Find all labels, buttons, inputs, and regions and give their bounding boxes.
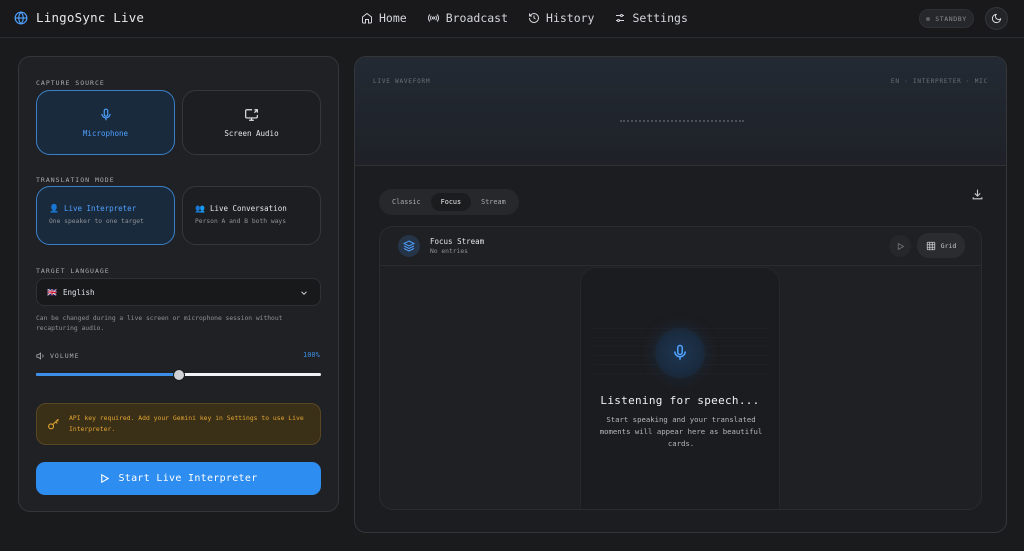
globe-icon	[14, 10, 28, 25]
mode-live-interpreter-title: 👤 Live Interpreter	[49, 204, 174, 213]
download-icon	[971, 188, 987, 201]
source-screen-audio-label: Screen Audio	[224, 128, 279, 138]
status-badge: STANDBY	[919, 9, 974, 28]
focus-stream-card: Focus Stream No entries Grid Listening f…	[379, 226, 982, 510]
nav-history[interactable]: History	[528, 11, 594, 25]
capture-source-label: CAPTURE SOURCE	[36, 79, 105, 87]
mode-live-conversation-label: Live Conversation	[209, 204, 287, 213]
home-icon	[361, 12, 373, 24]
waveform-meta: EN · INTERPRETER · MIC	[890, 78, 988, 85]
brand[interactable]: LingoSync Live	[14, 10, 144, 25]
volume-slider[interactable]	[36, 369, 321, 381]
layers-icon	[398, 235, 420, 257]
nav-settings-label: Settings	[632, 11, 688, 25]
uk-flag-icon: 🇬🇧	[47, 287, 57, 297]
main-nav: Home Broadcast History Settings	[361, 11, 708, 25]
api-key-alert: API key required. Add your Gemini key in…	[36, 403, 321, 445]
speaker-icon	[36, 351, 46, 361]
nav-broadcast[interactable]: Broadcast	[427, 11, 508, 25]
settings-icon	[614, 12, 626, 24]
tab-stream[interactable]: Stream	[471, 193, 516, 211]
target-language-value: English	[62, 287, 95, 297]
mode-live-conversation-card[interactable]: 👥 Live Conversation Person A and B both …	[182, 186, 321, 245]
language-hint: Can be changed during a live screen or m…	[36, 315, 283, 332]
volume-label: VOLUME	[36, 351, 79, 361]
mode-live-conversation-title: 👥 Live Conversation	[195, 204, 320, 213]
empty-state-card: Listening for speech... Start speaking a…	[580, 267, 780, 509]
status-dot	[926, 16, 931, 21]
source-microphone-card[interactable]: Microphone	[36, 90, 175, 155]
listening-mic-badge	[655, 328, 705, 378]
grid-icon	[926, 241, 936, 251]
moon-icon	[991, 13, 1002, 24]
empty-state-description: Start speaking and your translated momen…	[599, 415, 763, 448]
nav-home-label: Home	[379, 11, 407, 25]
waveform-idle-line	[620, 120, 744, 122]
mode-live-interpreter-subtitle: One speaker to one target	[49, 218, 144, 225]
output-panel: LIVE WAVEFORM EN · INTERPRETER · MIC Cla…	[354, 56, 1007, 533]
focus-stream-count: No entries	[430, 248, 468, 255]
broadcast-icon	[427, 12, 440, 24]
key-icon	[47, 418, 60, 431]
play-outline-icon	[896, 242, 905, 251]
start-button-label: Start Live Interpreter	[118, 473, 258, 484]
person-icon: 👤	[49, 204, 59, 213]
nav-broadcast-label: Broadcast	[445, 11, 509, 25]
focus-stream-header: Focus Stream No entries Grid	[380, 227, 981, 266]
live-waveform: LIVE WAVEFORM EN · INTERPRETER · MIC	[355, 57, 1006, 166]
nav-settings[interactable]: Settings	[614, 11, 688, 25]
grid-view-label: Grid	[940, 241, 957, 250]
app-name: LingoSync Live	[36, 10, 145, 25]
target-language-label: TARGET LANGUAGE	[36, 267, 110, 275]
tab-classic[interactable]: Classic	[382, 193, 431, 211]
focus-stream-title: Focus Stream	[430, 237, 485, 246]
volume-value: 100%	[303, 351, 320, 359]
people-icon: 👥	[195, 204, 205, 213]
target-language-select[interactable]: 🇬🇧 English	[36, 278, 321, 306]
chevron-down-icon	[299, 288, 309, 298]
translation-mode-label: TRANSLATION MODE	[36, 176, 115, 184]
api-key-alert-text: API key required. Add your Gemini key in…	[69, 414, 304, 433]
status-text: STANDBY	[935, 14, 967, 23]
nav-home[interactable]: Home	[361, 11, 407, 25]
top-bar: LingoSync Live Home Broadcast History Se…	[0, 0, 1024, 38]
start-live-interpreter-button[interactable]: Start Live Interpreter	[36, 462, 321, 495]
source-microphone-label: Microphone	[82, 128, 129, 138]
mode-live-interpreter-label: Live Interpreter	[63, 204, 137, 213]
microphone-icon	[99, 108, 113, 122]
download-button[interactable]	[971, 188, 987, 204]
theme-toggle-button[interactable]	[985, 7, 1008, 30]
screen-share-icon	[244, 108, 259, 122]
playback-button[interactable]	[889, 235, 911, 257]
nav-history-label: History	[546, 11, 595, 25]
tab-focus[interactable]: Focus	[430, 193, 472, 211]
volume-thumb[interactable]	[172, 369, 185, 381]
source-screen-audio-card[interactable]: Screen Audio	[182, 90, 321, 155]
volume-fill	[36, 373, 179, 376]
play-icon	[99, 473, 110, 484]
control-panel: CAPTURE SOURCE Microphone Screen Audio T…	[18, 56, 339, 512]
microphone-icon	[671, 344, 689, 362]
history-icon	[528, 12, 540, 24]
empty-state-title: Listening for speech...	[600, 394, 760, 407]
view-mode-tabs: Classic Focus Stream	[379, 189, 519, 215]
mode-live-interpreter-card[interactable]: 👤 Live Interpreter One speaker to one ta…	[36, 186, 175, 245]
grid-view-button[interactable]: Grid	[917, 233, 965, 258]
volume-label-text: VOLUME	[50, 352, 80, 360]
mode-live-conversation-subtitle: Person A and B both ways	[195, 218, 286, 225]
waveform-label: LIVE WAVEFORM	[373, 78, 431, 85]
